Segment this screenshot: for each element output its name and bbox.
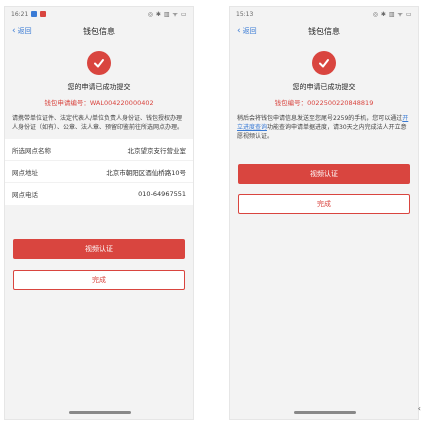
status-time: 16:21 — [11, 10, 29, 18]
branch-info-card: 所选网点名称 北京望京支行营业室 网点地址 北京市朝阳区酒仙桥路10号 网点电话… — [5, 139, 193, 205]
application-number: 钱包申请编号：WAL004220000402 — [44, 99, 154, 107]
back-button[interactable]: ‹ 返回 — [237, 21, 257, 41]
info-label: 所选网点名称 — [12, 146, 51, 155]
notice-text-part: 稍后会将钱包申请信息发送至您尾号2259的手机，您可以通过 — [237, 115, 403, 122]
info-row-branch-address: 网点地址 北京市朝阳区酒仙桥路10号 — [5, 161, 193, 183]
info-value: 北京望京支行营业室 — [127, 146, 187, 155]
video-auth-button[interactable]: 视频认证 — [238, 164, 410, 184]
wallet-number: 钱包编号：0022500220848819 — [274, 99, 374, 107]
nav-bar: ‹ 返回 钱包信息 — [230, 21, 418, 41]
home-indicator[interactable] — [69, 411, 131, 414]
page-title: 钱包信息 — [83, 26, 115, 36]
info-value: 010-64967551 — [138, 190, 186, 198]
back-label: 返回 — [242, 27, 257, 35]
info-row-branch-name: 所选网点名称 北京望京支行营业室 — [5, 139, 193, 161]
done-button[interactable]: 完成 — [238, 194, 410, 214]
info-value: 北京市朝阳区酒仙桥路10号 — [106, 168, 186, 177]
chevron-left-icon: ‹ — [12, 25, 16, 36]
nav-bar: ‹ 返回 钱包信息 — [5, 21, 193, 41]
status-icons: ◎ ✱ ▥ ᯤ ▭ — [372, 11, 412, 18]
info-label: 网点地址 — [12, 168, 38, 177]
chevron-left-icon: ‹ — [237, 25, 241, 36]
app-notification-icon — [31, 11, 38, 17]
back-button[interactable]: ‹ 返回 — [12, 21, 32, 41]
video-auth-button[interactable]: 视频认证 — [13, 239, 185, 259]
status-time: 15:13 — [236, 10, 254, 18]
app-notification-icon — [40, 11, 47, 17]
success-message: 您的申请已成功提交 — [292, 83, 356, 91]
home-indicator[interactable] — [294, 411, 356, 414]
phone-screen-right: 15:13 ◎ ✱ ▥ ᯤ ▭ ‹ 返回 钱包信息 您的申请已成功提交 钱包编号… — [229, 6, 419, 420]
success-message: 您的申请已成功提交 — [67, 83, 131, 91]
notice-text: 请携带单位证件、法定代表人/单位负责人身份证、钱包授权办理人身份证（如有）、公章… — [12, 115, 184, 131]
status-bar: 15:13 ◎ ✱ ▥ ᯤ ▭ — [230, 7, 418, 21]
success-check-icon — [312, 51, 336, 75]
success-check-icon — [87, 51, 111, 75]
status-icons: ◎ ✱ ▥ ᯤ ▭ — [147, 11, 187, 18]
page-title: 钱包信息 — [308, 26, 340, 36]
notice-text: 稍后会将钱包申请信息发送至您尾号2259的手机，您可以通过开立进度查询功能查询申… — [230, 114, 418, 141]
done-button[interactable]: 完成 — [13, 270, 185, 290]
info-row-branch-phone: 网点电话 010-64967551 — [5, 183, 193, 205]
status-bar: 16:21 ◎ ✱ ▥ ᯤ ▭ — [5, 7, 193, 21]
info-label: 网点电话 — [12, 191, 38, 199]
phone-screen-left: 16:21 ◎ ✱ ▥ ᯤ ▭ ‹ 返回 钱包信息 您的申请已成功提交 钱包申请… — [4, 6, 194, 420]
back-label: 返回 — [17, 27, 32, 35]
